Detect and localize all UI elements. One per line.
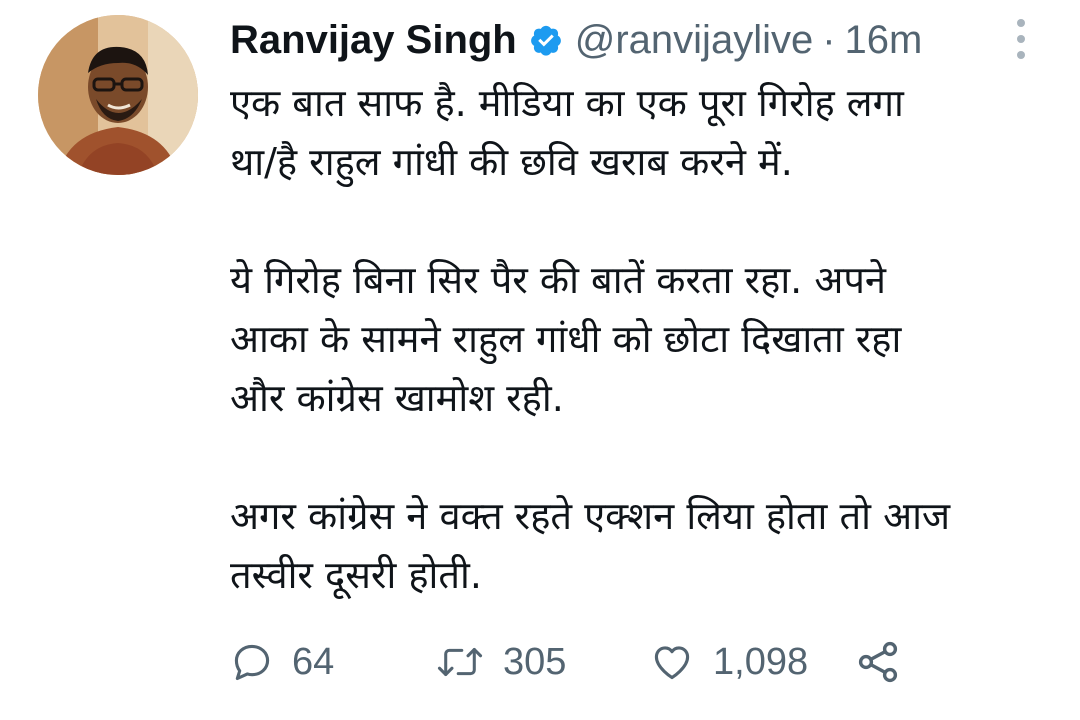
tweet-paragraph-1: एक बात साफ है. मीडिया का एक पूरा गिरोह ल… [230, 81, 904, 184]
like-button[interactable]: 1,098 [649, 632, 854, 692]
tweet-timestamp[interactable]: 16m [845, 18, 923, 63]
reply-button[interactable]: 64 [230, 632, 435, 692]
tweet-paragraph-3: अगर कांग्रेस ने वक्त रहते एक्शन लिया होत… [230, 494, 951, 597]
tweet-header: Ranvijay Singh @ranvijaylive · 16m [230, 12, 922, 68]
tweet: Ranvijay Singh @ranvijaylive · 16m एक बा… [0, 0, 1080, 720]
author-handle[interactable]: @ranvijaylive [575, 18, 813, 63]
share-button[interactable] [854, 632, 902, 692]
avatar[interactable] [38, 15, 198, 175]
retweet-count: 305 [503, 640, 567, 683]
share-icon [858, 641, 898, 683]
tweet-paragraph-2: ये गिरोह बिना सिर पैर की बातें करता रहा.… [230, 258, 902, 420]
more-options-icon[interactable] [1008, 14, 1034, 64]
tweet-text: एक बात साफ है. मीडिया का एक पूरा गिरोह ल… [230, 74, 1050, 605]
like-count: 1,098 [713, 640, 809, 683]
verified-badge-icon [529, 23, 563, 57]
retweet-button[interactable]: 305 [435, 632, 649, 692]
like-icon [654, 646, 690, 680]
retweet-icon [437, 647, 483, 677]
author-name[interactable]: Ranvijay Singh [230, 18, 517, 63]
reply-icon [234, 644, 270, 681]
separator-dot: · [822, 17, 836, 62]
reply-count: 64 [292, 640, 335, 683]
avatar-photo [38, 15, 198, 175]
tweet-actions: 64 305 1,098 [230, 632, 902, 692]
